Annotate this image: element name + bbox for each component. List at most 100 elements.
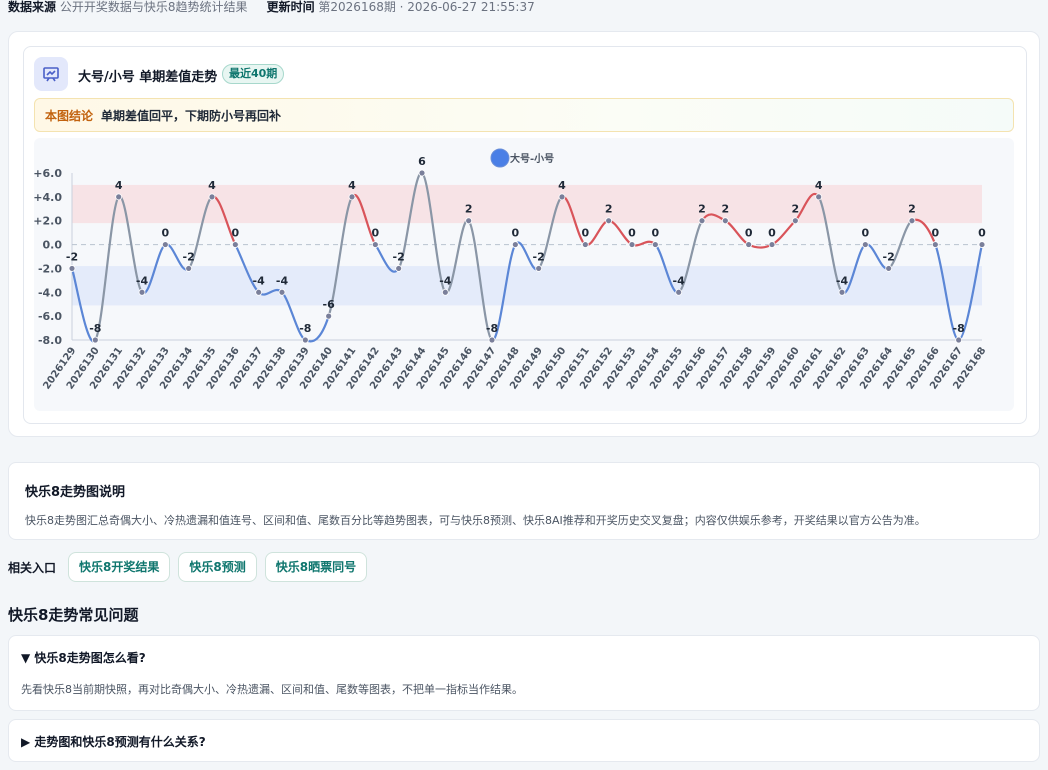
data-point bbox=[978, 241, 986, 248]
data-label: -6 bbox=[323, 298, 336, 311]
data-point bbox=[278, 288, 286, 296]
related-label: 相关入口 bbox=[8, 560, 57, 575]
data-label: 2 bbox=[465, 203, 473, 216]
data-label: 0 bbox=[162, 227, 170, 240]
data-point bbox=[861, 241, 869, 248]
y-tick-label: +4.0 bbox=[34, 191, 62, 204]
data-label: 0 bbox=[862, 227, 870, 240]
data-point bbox=[698, 217, 706, 225]
data-point bbox=[208, 193, 216, 201]
data-point bbox=[441, 288, 449, 296]
y-tick-label: +6.0 bbox=[34, 167, 62, 180]
data-point bbox=[465, 217, 473, 225]
data-point bbox=[815, 193, 823, 201]
data-label: -4 bbox=[439, 274, 452, 287]
data-point bbox=[745, 241, 753, 248]
conclusion-text: 单期差值回平，下期防小号再回补 bbox=[101, 108, 282, 123]
link-kl8-prediction[interactable]: 快乐8预测 bbox=[178, 552, 257, 582]
faq-item-how-to-read[interactable]: ▼ 快乐8走势图怎么看? 先看快乐8当前期快照，再对比奇偶大小、冷热遗漏、区间和… bbox=[8, 635, 1040, 711]
data-source-bar: 数据来源 公开开奖数据与快乐8趋势统计结果 更新时间 第2026168期 · 2… bbox=[8, 0, 535, 14]
y-tick-label: -2.0 bbox=[38, 262, 62, 275]
data-label: -4 bbox=[276, 274, 289, 287]
data-label: 0 bbox=[745, 227, 753, 240]
data-label: 2 bbox=[792, 203, 800, 216]
data-label: 0 bbox=[628, 227, 636, 240]
data-point bbox=[91, 336, 99, 344]
data-label: -2 bbox=[66, 250, 78, 263]
data-label: 0 bbox=[582, 227, 590, 240]
data-point bbox=[908, 217, 916, 225]
data-point bbox=[605, 217, 613, 225]
data-point bbox=[628, 241, 636, 248]
data-point bbox=[301, 336, 309, 344]
about-text: 快乐8走势图汇总奇偶大小、冷热遗漏和值连号、区间和值、尾数百分比等趋势图表，可与… bbox=[25, 514, 926, 527]
data-label: -2 bbox=[393, 250, 405, 263]
presentation-chart-icon bbox=[34, 57, 68, 91]
data-label: 0 bbox=[978, 227, 986, 240]
link-kl8-ticket-share[interactable]: 快乐8晒票同号 bbox=[264, 552, 368, 582]
data-label: -4 bbox=[136, 274, 149, 287]
data-label: -4 bbox=[673, 274, 686, 287]
chart-title: 大号/小号 单期差值走势 bbox=[78, 70, 218, 85]
data-point bbox=[838, 288, 846, 296]
data-label: -2 bbox=[183, 250, 195, 263]
data-point bbox=[791, 217, 799, 225]
chart-card: 大号/小号 单期差值走势 最近40期 本图结论 单期差值回平，下期防小号再回补 … bbox=[23, 46, 1027, 424]
data-point bbox=[418, 169, 426, 177]
data-label: -4 bbox=[253, 274, 266, 287]
faq-answer: 先看快乐8当前期快照，再对比奇偶大小、冷热遗漏、区间和值、尾数等图表，不把单一指… bbox=[21, 683, 523, 696]
legend-marker bbox=[490, 148, 510, 168]
data-label: -4 bbox=[836, 274, 849, 287]
data-point bbox=[325, 312, 333, 320]
data-label: 4 bbox=[348, 179, 356, 192]
data-point bbox=[675, 288, 683, 296]
data-point bbox=[721, 217, 729, 225]
conclusion-label: 本图结论 bbox=[45, 108, 94, 123]
update-label: 更新时间 bbox=[266, 0, 315, 14]
y-tick-label: 0.0 bbox=[43, 239, 63, 252]
data-label: 0 bbox=[932, 227, 940, 240]
data-label: 4 bbox=[815, 179, 823, 192]
data-label: -8 bbox=[299, 322, 311, 335]
source-label: 数据来源 bbox=[8, 0, 57, 14]
faq-question[interactable]: ▼ 快乐8走势图怎么看? bbox=[21, 649, 146, 666]
data-label: 4 bbox=[115, 179, 123, 192]
related-links: 相关入口 快乐8开奖结果 快乐8预测 快乐8晒票同号 bbox=[8, 552, 375, 582]
link-kl8-results[interactable]: 快乐8开奖结果 bbox=[68, 552, 171, 582]
data-label: -8 bbox=[89, 322, 101, 335]
data-label: 4 bbox=[558, 179, 566, 192]
data-label: 0 bbox=[232, 227, 240, 240]
about-title: 快乐8走势图说明 bbox=[25, 485, 126, 500]
about-section: 快乐8走势图说明 快乐8走势图汇总奇偶大小、冷热遗漏和值连号、区间和值、尾数百分… bbox=[8, 462, 1040, 540]
y-tick-label: -8.0 bbox=[38, 334, 62, 347]
data-label: 0 bbox=[768, 227, 776, 240]
data-label: 0 bbox=[372, 227, 380, 240]
data-point bbox=[395, 265, 403, 272]
data-point bbox=[68, 265, 76, 272]
data-label: 2 bbox=[908, 203, 916, 216]
y-tick-label: +2.0 bbox=[34, 215, 62, 228]
legend-label: 大号-小号 bbox=[510, 152, 554, 165]
data-label: 6 bbox=[418, 155, 426, 168]
data-label: -2 bbox=[883, 250, 895, 263]
data-point bbox=[955, 336, 963, 344]
data-point bbox=[931, 241, 939, 248]
chart-plot-area: +6.0 +4.0 +2.0 0.0 -2.0 -4.0 -6.0 -8.0 大号-小号 -2 2 0… bbox=[34, 138, 1014, 411]
data-label: 0 bbox=[512, 227, 520, 240]
faq-item-relation[interactable]: ▶ 走势图和快乐8预测有什么关系? bbox=[8, 719, 1040, 762]
chart-conclusion: 本图结论 单期差值回平，下期防小号再回补 bbox=[34, 98, 1014, 132]
data-point bbox=[651, 241, 659, 248]
data-label: 2 bbox=[605, 203, 613, 216]
data-point bbox=[488, 336, 496, 344]
data-point bbox=[535, 265, 543, 272]
data-point bbox=[255, 288, 263, 296]
line-chart: +6.0 +4.0 +2.0 0.0 -2.0 -4.0 -6.0 -8.0 大号-小号 -2 2 0… bbox=[34, 148, 988, 392]
recent-periods-badge: 最近40期 bbox=[222, 64, 285, 84]
data-point bbox=[768, 241, 776, 248]
data-point bbox=[371, 241, 379, 248]
data-point bbox=[231, 241, 239, 248]
faq-question[interactable]: ▶ 走势图和快乐8预测有什么关系? bbox=[21, 733, 206, 750]
source-value: 公开开奖数据与快乐8趋势统计结果 bbox=[59, 0, 248, 14]
data-label: 2 bbox=[698, 203, 706, 216]
data-label: -8 bbox=[953, 322, 965, 335]
